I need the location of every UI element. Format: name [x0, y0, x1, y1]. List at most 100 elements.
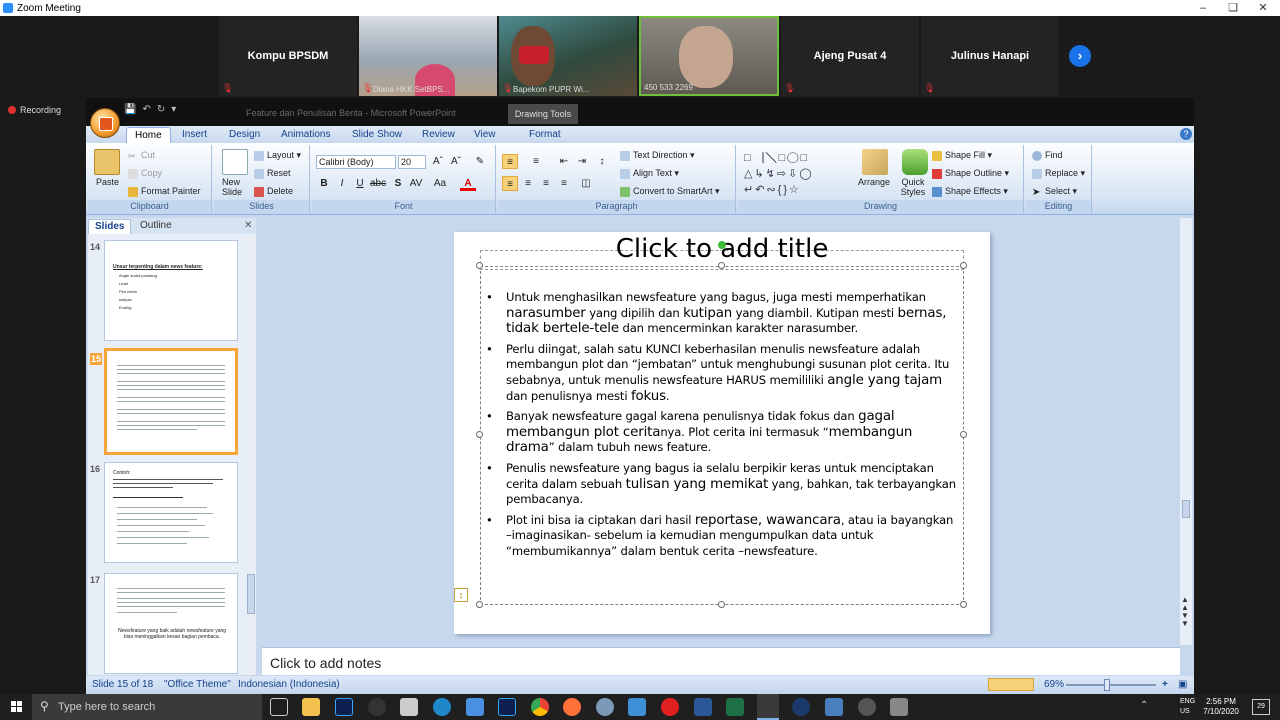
strikethrough-icon[interactable]: abc — [370, 176, 386, 191]
photoshop-icon[interactable] — [335, 698, 353, 716]
customize-qat-icon[interactable]: ▾ — [171, 104, 176, 115]
font-size-combo[interactable]: 20 — [398, 155, 426, 169]
resize-handle[interactable] — [960, 262, 967, 269]
app-icon[interactable] — [368, 698, 386, 716]
bullet-item[interactable]: Perlu diingat, salah satu KUNCI keberhas… — [484, 342, 960, 404]
slide-title[interactable]: Click to add title — [480, 234, 964, 264]
autofit-options-icon[interactable]: ↕ — [454, 588, 468, 602]
delete-slide-button[interactable]: Delete — [254, 186, 293, 197]
notes-pane[interactable]: Click to add notes — [262, 647, 1180, 675]
settings-icon[interactable] — [858, 698, 876, 716]
mail-icon[interactable] — [628, 698, 646, 716]
resize-handle[interactable] — [718, 601, 725, 608]
slide-canvas[interactable]: Click to add title ↕ Untuk menghasilkan … — [454, 232, 990, 634]
firefox-icon[interactable] — [563, 698, 581, 716]
grow-font-icon[interactable]: Aˆ — [430, 154, 446, 169]
scrollbar-thumb[interactable] — [247, 574, 255, 614]
language-status[interactable]: Indonesian (Indonesia) — [238, 679, 340, 690]
zoom-slider-thumb[interactable] — [1104, 679, 1110, 691]
replace-button[interactable]: Replace ▾ — [1032, 168, 1085, 179]
notifications-icon[interactable]: 29 — [1252, 699, 1270, 715]
bullet-item[interactable]: Untuk menghasilkan newsfeature yang bagu… — [484, 290, 960, 337]
participant-tile[interactable]: Kompu BPSDM 🎙 — [219, 16, 357, 96]
photoshop-icon[interactable] — [498, 698, 516, 716]
tab-slide-show[interactable]: Slide Show — [344, 127, 410, 143]
tab-review[interactable]: Review — [414, 127, 463, 143]
tab-format[interactable]: Format — [521, 127, 569, 143]
cut-button[interactable]: ✂ Cut — [128, 150, 155, 161]
chrome-icon[interactable] — [531, 698, 549, 716]
font-name-combo[interactable]: Calibri (Body) — [316, 155, 396, 169]
bullet-item[interactable]: Banyak newsfeature gagal karena penulisn… — [484, 409, 960, 456]
fit-to-window-icon[interactable]: ▣ — [1178, 679, 1187, 690]
underline-icon[interactable]: U — [352, 176, 368, 191]
find-button[interactable]: Find — [1032, 150, 1063, 161]
align-text-button[interactable]: Align Text ▾ — [620, 168, 679, 179]
close-pane-icon[interactable]: ✕ — [244, 220, 252, 231]
opera-icon[interactable] — [661, 698, 679, 716]
bold-icon[interactable]: B — [316, 176, 332, 191]
maximize-button[interactable]: ❏ — [1218, 0, 1248, 16]
slide-thumbnail-15-selected[interactable] — [104, 348, 238, 455]
slide-thumbnail-16[interactable]: Contoh: — [104, 462, 238, 563]
select-button[interactable]: ➤ Select ▾ — [1032, 186, 1077, 198]
align-left-icon[interactable]: ≡ — [502, 176, 518, 191]
store-icon[interactable] — [400, 698, 418, 716]
zoom-in-icon[interactable]: + — [1162, 679, 1168, 690]
arrange-icon[interactable] — [862, 149, 888, 175]
taskbar-search-input[interactable]: ⚲ Type here to search — [32, 694, 262, 720]
slide-thumbnail-17[interactable]: Newsfeature yang baik adalah newsfeature… — [104, 573, 238, 674]
bullets-icon[interactable]: ≡ — [502, 154, 518, 169]
resize-handle[interactable] — [960, 601, 967, 608]
justify-icon[interactable]: ≡ — [556, 176, 572, 191]
slide-thumbnail-14[interactable]: Unsur terpenting dalam news feature: Ang… — [104, 240, 238, 341]
font-color-icon[interactable]: A — [460, 176, 476, 191]
participant-tile[interactable]: 🎙 Diana HKK SetBPS... — [359, 16, 497, 96]
bullet-item[interactable]: Plot ini bisa ia ciptakan dari hasil rep… — [484, 513, 960, 560]
bullet-list[interactable]: Untuk menghasilkan newsfeature yang bagu… — [484, 290, 960, 565]
increase-indent-icon[interactable]: ⇥ — [574, 154, 590, 169]
quick-styles-icon[interactable] — [902, 149, 928, 175]
clear-formatting-icon[interactable]: ✎ — [472, 154, 488, 169]
new-slide-icon[interactable] — [222, 149, 248, 175]
participant-tile-active-speaker[interactable]: 450 533 2269 — [639, 16, 779, 96]
resize-handle[interactable] — [718, 262, 725, 269]
view-buttons[interactable] — [988, 678, 1034, 691]
layout-button[interactable]: Layout ▾ — [254, 150, 301, 161]
align-center-icon[interactable]: ≡ — [520, 176, 536, 191]
participant-tile[interactable]: 🎙 Bapekom PUPR Wi... — [499, 16, 637, 96]
convert-smartart-button[interactable]: Convert to SmartArt ▾ — [620, 186, 720, 197]
undo-icon[interactable]: ↶ — [142, 104, 150, 115]
edge-icon[interactable] — [433, 698, 451, 716]
zoom-percent[interactable]: 69% — [1044, 679, 1064, 690]
tab-slides[interactable]: Slides — [88, 219, 132, 234]
new-slide-button[interactable]: New Slide — [222, 177, 248, 197]
tray-chevron-icon[interactable]: ⌃ — [1140, 700, 1148, 711]
italic-icon[interactable]: I — [334, 176, 350, 191]
paste-icon[interactable] — [94, 149, 120, 175]
redo-icon[interactable]: ↻ — [157, 104, 165, 115]
close-button[interactable]: ✕ — [1248, 0, 1278, 16]
tab-animations[interactable]: Animations — [273, 127, 338, 143]
vertical-scrollbar[interactable]: ▲ ▲ ▼ ▼ — [1180, 218, 1192, 645]
next-page-arrow-icon[interactable]: › — [1069, 45, 1091, 67]
bullet-item[interactable]: Penulis newsfeature yang bagus ia selalu… — [484, 461, 960, 508]
quick-styles-button[interactable]: Quick Styles — [898, 177, 928, 197]
text-shadow-icon[interactable]: S — [390, 176, 406, 191]
app-icon[interactable] — [466, 698, 484, 716]
minimize-button[interactable]: – — [1188, 0, 1218, 16]
shape-outline-button[interactable]: Shape Outline ▾ — [932, 168, 1009, 179]
participant-tile[interactable]: Ajeng Pusat 4 🎙 — [781, 16, 919, 96]
file-explorer-icon[interactable] — [302, 698, 320, 716]
resize-handle[interactable] — [476, 262, 483, 269]
zoom-taskbar-icon[interactable] — [757, 694, 779, 720]
shape-fill-button[interactable]: Shape Fill ▾ — [932, 150, 992, 161]
resize-handle[interactable] — [476, 601, 483, 608]
rotation-handle[interactable] — [718, 241, 726, 249]
zoom-slider[interactable] — [1066, 679, 1156, 691]
resize-handle[interactable] — [476, 431, 483, 438]
tab-design[interactable]: Design — [221, 127, 268, 143]
app-icon[interactable] — [890, 698, 908, 716]
excel-icon[interactable] — [726, 698, 744, 716]
prev-next-slide-icon[interactable]: ▲ ▲ ▼ ▼ — [1181, 596, 1189, 628]
